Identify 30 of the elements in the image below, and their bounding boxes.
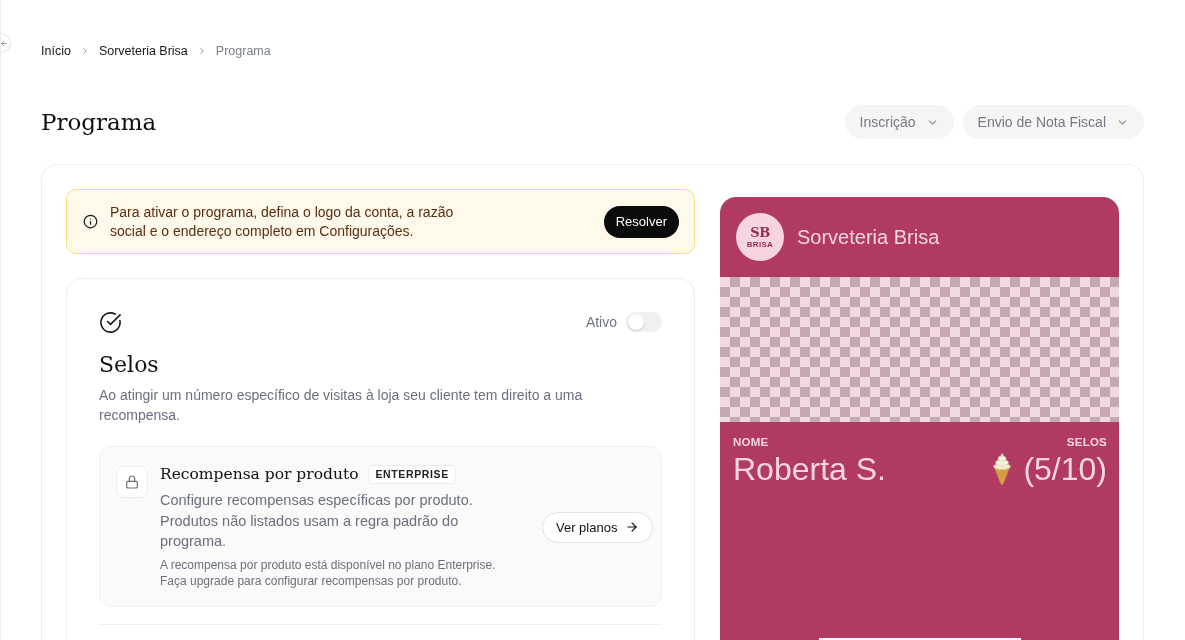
field-label: NOME bbox=[733, 435, 770, 449]
resolve-button[interactable]: Resolver bbox=[603, 205, 679, 238]
feature-title: Recompensa por produto bbox=[160, 464, 359, 485]
info-icon bbox=[83, 214, 98, 229]
logo-initials: SB bbox=[750, 225, 770, 239]
field-label: SELOS bbox=[1065, 435, 1107, 449]
lock-icon bbox=[116, 466, 148, 498]
arrow-left-icon bbox=[1, 39, 7, 47]
upgrade-note: A recompensa por produto está disponível no plano Enterprise. Faça upgrade para configurar recompensas por produto. bbox=[160, 556, 497, 589]
field-value: Roberta S. bbox=[733, 450, 886, 489]
collapse-sidebar-button[interactable] bbox=[1, 33, 11, 53]
page-title: Programa bbox=[41, 108, 157, 137]
breadcrumb-link[interactable]: Sorveteria Brisa bbox=[98, 43, 188, 59]
dropdown-button[interactable]: Envio de Nota Fiscal bbox=[962, 105, 1144, 139]
store-name: Sorveteria Brisa bbox=[797, 225, 940, 249]
field-value: (5/10) bbox=[1023, 450, 1107, 489]
toggle-label: Ativo bbox=[585, 312, 617, 332]
breadcrumb-current: Programa bbox=[215, 43, 271, 59]
view-plans-button[interactable]: Ver planos bbox=[542, 511, 654, 543]
section-description: Ao atingir um número específico de visitas à loja seu cliente tem direito a uma recompensa. bbox=[99, 386, 584, 425]
feature-description: Configure recompensas específicas por produto. Produtos não listados usam a regra padrão do programa. bbox=[160, 491, 474, 551]
dropdown-button[interactable]: Inscrição bbox=[844, 105, 954, 139]
check-circle-icon bbox=[99, 310, 122, 334]
active-toggle[interactable] bbox=[626, 312, 662, 332]
plan-badge: ENTERPRISE bbox=[368, 464, 456, 484]
logo-subtext: BRISA bbox=[746, 239, 774, 249]
alert-message: Para ativar o programa, defina o logo da conta, a razão social e o endereço completo em Configurações. bbox=[110, 202, 455, 241]
breadcrumb-link[interactable]: Início bbox=[41, 43, 71, 59]
ice-cream-icon bbox=[991, 453, 1014, 485]
section-title: Selos bbox=[99, 351, 160, 379]
